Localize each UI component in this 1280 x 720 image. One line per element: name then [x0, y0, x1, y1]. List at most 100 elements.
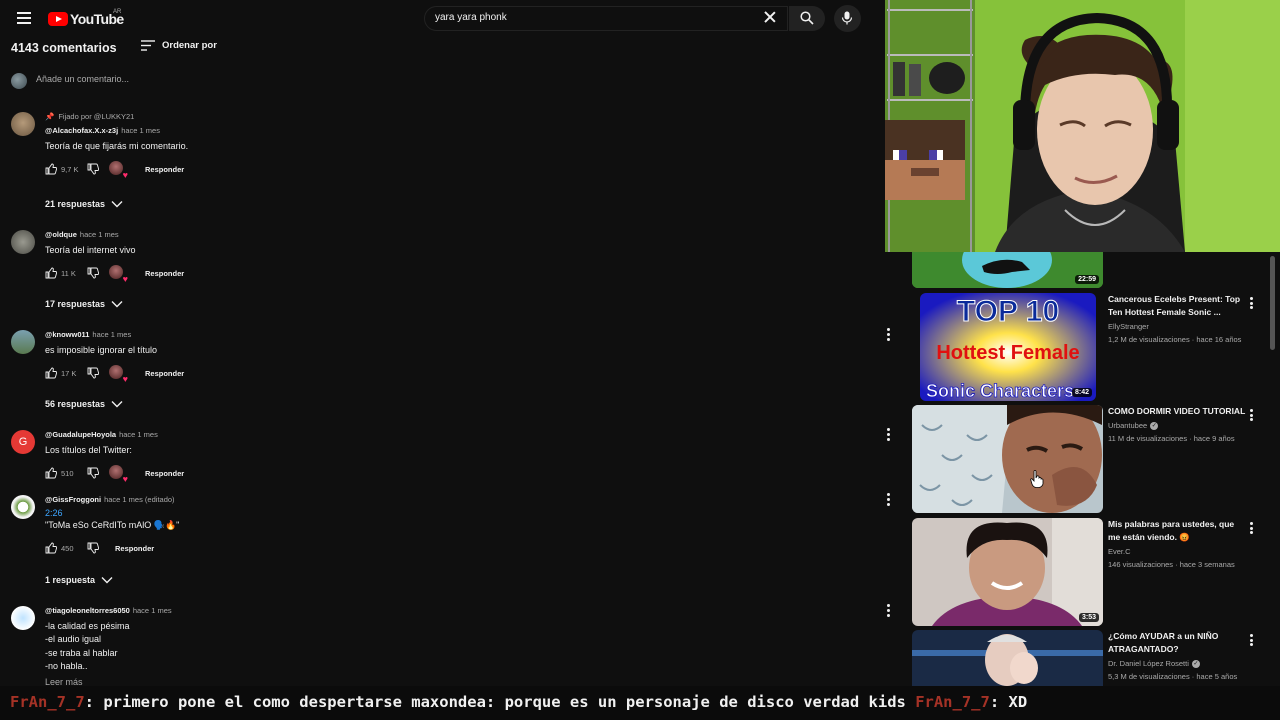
chat-message: FrAn_7_7: primero pone el como despertar…: [10, 693, 1027, 711]
comment-author[interactable]: @GissFroggoni: [45, 495, 101, 504]
search-icon: [800, 11, 814, 25]
comment-author[interactable]: @knoww011: [45, 330, 89, 339]
chat-text: : XD: [989, 693, 1028, 711]
replies-label: 21 respuestas: [45, 199, 106, 209]
sort-button[interactable]: Ordenar por: [141, 40, 217, 51]
youtube-play-icon: [48, 12, 68, 26]
comment-author[interactable]: @Alcachofax.X.x-z3j: [45, 126, 118, 135]
video-title[interactable]: Mis palabras para ustedes, que me están …: [1108, 518, 1248, 544]
like-icon[interactable]: [45, 163, 57, 175]
dislike-icon[interactable]: [87, 267, 99, 279]
video-title[interactable]: Cancerous Ecelebs Present: Top Ten Hotte…: [1108, 293, 1248, 319]
video-meta: 1,2 M de visualizaciones · hace 16 años: [1108, 335, 1242, 344]
video-more-icon[interactable]: [1250, 409, 1253, 421]
thumbnail-image: [912, 252, 1103, 288]
comment-time[interactable]: hace 1 mes: [119, 430, 158, 439]
heart-icon: ♥: [122, 474, 128, 485]
channel-name-text: Urbantubee: [1108, 421, 1148, 430]
like-icon[interactable]: [45, 267, 57, 279]
verified-icon: ✓: [1150, 421, 1159, 430]
search-input[interactable]: [435, 12, 735, 23]
comment-avatar[interactable]: [11, 606, 35, 630]
comment-more-icon[interactable]: [887, 328, 891, 342]
thumbnail-image: [912, 405, 1103, 513]
video-more-icon[interactable]: [1250, 297, 1253, 309]
like-icon[interactable]: [45, 367, 57, 379]
comment-author[interactable]: @GuadalupeHoyola: [45, 430, 116, 439]
comment-text: es imposible ignorar el título: [45, 345, 158, 355]
comment-author[interactable]: @oldque: [45, 230, 77, 239]
video-more-icon[interactable]: [1250, 634, 1253, 646]
video-duration: 3:53: [1078, 613, 1099, 622]
comment-avatar[interactable]: [11, 112, 35, 136]
reply-button[interactable]: Responder: [145, 165, 184, 174]
channel-name[interactable]: EllyStranger: [1108, 322, 1248, 331]
like-icon[interactable]: [45, 542, 57, 554]
like-count: 450: [61, 543, 74, 553]
dislike-icon[interactable]: [87, 467, 99, 479]
comment-author[interactable]: @tiagoleoneltorres6050: [45, 606, 130, 615]
timestamp-link[interactable]: 2:26: [45, 508, 845, 518]
clear-search-icon[interactable]: [764, 11, 776, 23]
chat-username: FrAn_7_7: [915, 693, 990, 711]
video-thumbnail[interactable]: 3:53: [912, 518, 1103, 626]
reply-button[interactable]: Responder: [145, 469, 184, 478]
country-code: AR: [113, 9, 122, 15]
comment-more-icon[interactable]: [887, 604, 891, 618]
video-thumbnail[interactable]: TOP 10 Hottest Female Sonic Characters 8…: [920, 293, 1096, 401]
comment-time[interactable]: hace 1 mes: [92, 330, 131, 339]
video-thumbnail[interactable]: [912, 630, 1103, 686]
pinned-label: Fijado por @LUKKY21: [58, 112, 135, 121]
reply-button[interactable]: Responder: [145, 369, 184, 378]
pin-icon: 📌: [45, 112, 55, 121]
video-more-icon[interactable]: [1250, 522, 1253, 534]
comment-more-icon[interactable]: [887, 428, 891, 442]
comment-avatar[interactable]: [11, 230, 35, 254]
comment-text: Teoría de que fijarás mi comentario.: [45, 141, 189, 151]
reply-button[interactable]: Responder: [145, 269, 184, 278]
search-button[interactable]: [789, 6, 825, 31]
like-icon[interactable]: [45, 467, 57, 479]
chevron-down-icon: [111, 201, 123, 208]
reply-button[interactable]: Responder: [115, 544, 154, 553]
comment-time[interactable]: hace 1 mes: [133, 606, 172, 615]
comment-avatar[interactable]: [11, 330, 35, 354]
sort-icon: [141, 40, 155, 51]
comment-text: Los títulos del Twitter:: [45, 445, 132, 455]
dislike-icon[interactable]: [87, 163, 99, 175]
video-thumbnail[interactable]: [912, 405, 1103, 513]
user-avatar: [11, 73, 27, 89]
dislike-icon[interactable]: [87, 542, 99, 554]
thumb-mid-text: Hottest Female: [936, 342, 1079, 364]
video-meta: 146 visualizaciones · hace 3 semanas: [1108, 560, 1235, 569]
thumb-top-text: TOP 10: [957, 295, 1059, 328]
search-box[interactable]: [424, 6, 788, 31]
comment-avatar[interactable]: G: [11, 430, 35, 454]
sidebar-scrollbar[interactable]: [1270, 256, 1275, 350]
voice-search-button[interactable]: [834, 5, 861, 32]
webcam-feed: [885, 0, 1280, 252]
channel-name[interactable]: Urbantubee ✓: [1108, 421, 1248, 430]
video-title[interactable]: COMO DORMIR VIDEO TUTORIAL: [1108, 405, 1248, 418]
video-thumbnail[interactable]: 22:59: [912, 252, 1103, 288]
comment-time[interactable]: hace 1 mes (editado): [104, 495, 174, 504]
comment-time[interactable]: hace 1 mes: [80, 230, 119, 239]
video-title[interactable]: ¿Cómo AYUDAR a un NIÑO ATRAGANTADO?: [1108, 630, 1248, 656]
dislike-icon[interactable]: [87, 367, 99, 379]
thumbnail-image: [912, 630, 1103, 686]
chevron-down-icon: [101, 577, 113, 584]
channel-name[interactable]: Ever.C: [1108, 547, 1248, 556]
hamburger-menu-icon[interactable]: [17, 12, 31, 24]
comment-text: Teoría del internet vivo: [45, 245, 136, 255]
add-comment-input[interactable]: Añade un comentario...: [36, 74, 636, 88]
thumbnail-image: [912, 518, 1103, 626]
replies-toggle[interactable]: 56 respuestas: [45, 399, 123, 409]
comment-avatar[interactable]: [11, 495, 35, 519]
comment-more-icon[interactable]: [887, 493, 891, 507]
comment-time[interactable]: hace 1 mes: [121, 126, 160, 135]
chat-ticker: FrAn_7_7: primero pone el como despertar…: [0, 686, 1280, 720]
channel-name[interactable]: Dr. Daniel López Rosetti ✓: [1108, 659, 1248, 668]
replies-toggle[interactable]: 1 respuesta: [45, 575, 113, 585]
replies-toggle[interactable]: 21 respuestas: [45, 199, 123, 209]
replies-toggle[interactable]: 17 respuestas: [45, 299, 123, 309]
